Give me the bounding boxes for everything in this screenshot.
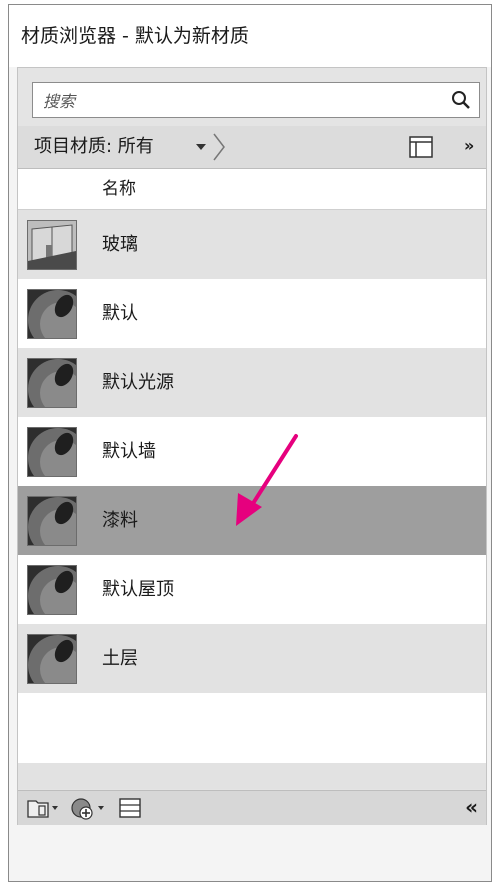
sphere-thumbnail-icon	[27, 358, 77, 408]
material-panel: 项目材质: 所有 » 名称	[17, 67, 487, 825]
list-item-label: 默认	[102, 303, 138, 324]
breadcrumb-chevron-icon	[213, 133, 225, 161]
list-item-label: 默认光源	[102, 372, 174, 393]
dropdown-caret-icon	[196, 144, 206, 150]
filter-label: 项目材质: 所有	[34, 136, 154, 157]
layout-toggle-icon[interactable]	[408, 134, 434, 160]
sphere-thumbnail-icon	[27, 634, 77, 684]
list-item[interactable]: 玻璃	[18, 210, 486, 279]
empty-row	[18, 693, 486, 763]
more-options-icon[interactable]: »	[464, 136, 474, 155]
list-item-label: 玻璃	[102, 234, 138, 255]
list-item-selected[interactable]: 漆料	[18, 486, 486, 555]
filter-bar: 项目材质: 所有 »	[18, 126, 486, 169]
list-item[interactable]: 土层	[18, 624, 486, 693]
material-list: 名称 玻璃 默认 默认光源 默认墙 漆料 默认屋顶 土层	[18, 169, 486, 789]
sphere-thumbnail-icon	[27, 565, 77, 615]
list-item-label: 土层	[102, 648, 138, 669]
list-item-label: 默认墙	[102, 441, 156, 462]
sphere-thumbnail-icon	[27, 496, 77, 546]
create-material-icon[interactable]	[70, 797, 110, 821]
bottom-toolbar: «	[18, 790, 486, 825]
list-item-label: 默认屋顶	[102, 579, 174, 600]
search-icon[interactable]	[449, 88, 473, 112]
search-input[interactable]	[33, 83, 445, 119]
list-item[interactable]: 默认	[18, 279, 486, 348]
window-title: 材质浏览器 - 默认为新材质	[9, 5, 491, 67]
list-item[interactable]: 默认光源	[18, 348, 486, 417]
collapse-panel-icon[interactable]: «	[465, 795, 478, 819]
list-header: 名称	[18, 169, 486, 210]
list-item[interactable]: 默认墙	[18, 417, 486, 486]
column-header-name[interactable]: 名称	[102, 169, 136, 209]
material-browser-window: 材质浏览器 - 默认为新材质 项目材质: 所有	[8, 4, 492, 882]
sphere-thumbnail-icon	[27, 427, 77, 477]
list-item-label: 漆料	[102, 510, 138, 531]
sphere-thumbnail-icon	[27, 289, 77, 339]
list-view-icon[interactable]	[118, 797, 142, 819]
list-item[interactable]: 默认屋顶	[18, 555, 486, 624]
glass-thumbnail-icon	[27, 220, 77, 270]
material-library-icon[interactable]	[26, 797, 60, 819]
search-box[interactable]	[32, 82, 480, 119]
empty-row	[18, 763, 486, 789]
